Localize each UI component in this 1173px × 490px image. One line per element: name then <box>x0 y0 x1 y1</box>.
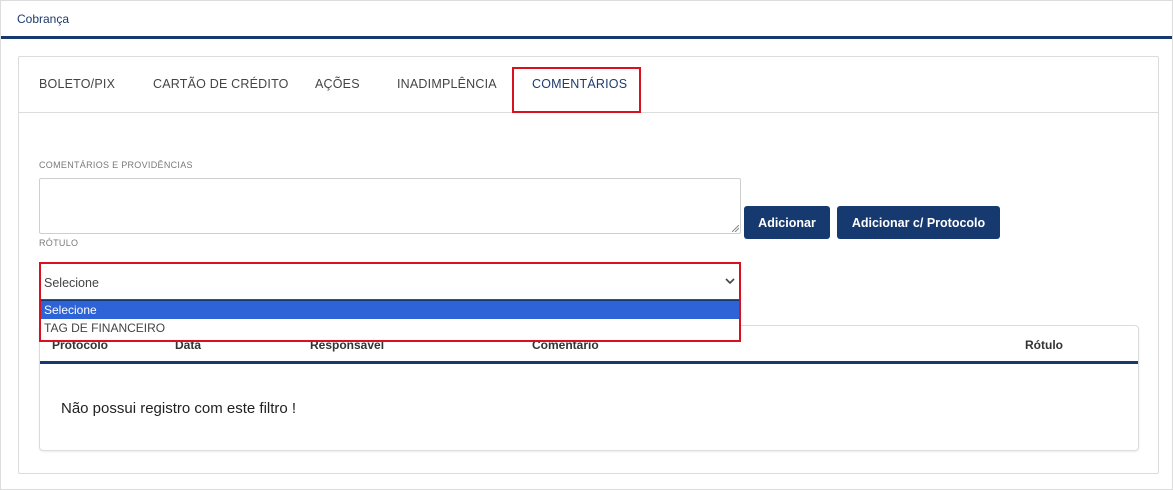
tab-bar: BOLETO/PIX CARTÃO DE CRÉDITO AÇÕES INADI… <box>19 57 1158 113</box>
cobranca-panel: Cobrança BOLETO/PIX CARTÃO DE CRÉDITO AÇ… <box>0 0 1173 490</box>
comments-textarea[interactable] <box>39 178 741 234</box>
tab-cartao-de-credito[interactable]: CARTÃO DE CRÉDITO <box>153 77 289 91</box>
comments-label: COMENTÁRIOS E PROVIDÊNCIAS <box>39 160 193 170</box>
rotulo-select[interactable]: Selecione <box>39 262 741 301</box>
rotulo-option-selecione[interactable]: Selecione <box>41 300 739 319</box>
tab-boleto-pix[interactable]: BOLETO/PIX <box>39 77 115 91</box>
chevron-down-icon <box>725 278 735 285</box>
panel-header: Cobrança <box>1 1 1172 39</box>
tab-acoes[interactable]: AÇÕES <box>315 77 360 91</box>
add-button[interactable]: Adicionar <box>744 206 830 239</box>
comments-field-wrap <box>39 178 741 234</box>
tab-inadimplencia[interactable]: INADIMPLÊNCIA <box>397 77 497 91</box>
comments-table: Protocolo Data Responsável Comentário Ró… <box>39 325 1139 451</box>
rotulo-dropdown: Selecione TAG DE FINANCEIRO <box>39 300 741 342</box>
add-with-protocol-button[interactable]: Adicionar c/ Protocolo <box>837 206 1000 239</box>
panel-title: Cobrança <box>17 12 70 26</box>
empty-state-message: Não possui registro com este filtro ! <box>61 400 297 417</box>
rotulo-option-tag-de-financeiro[interactable]: TAG DE FINANCEIRO <box>41 319 739 338</box>
comments-card: BOLETO/PIX CARTÃO DE CRÉDITO AÇÕES INADI… <box>18 56 1159 474</box>
column-header-rotulo[interactable]: Rótulo <box>1025 338 1063 352</box>
tab-comentarios[interactable]: COMENTÁRIOS <box>532 77 627 91</box>
rotulo-label: RÓTULO <box>39 238 79 248</box>
rotulo-select-value: Selecione <box>44 276 99 290</box>
